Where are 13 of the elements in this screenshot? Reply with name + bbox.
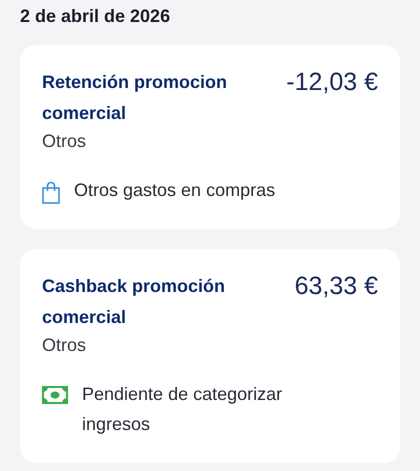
category-label: Otros gastos en compras — [74, 179, 276, 202]
category-label: Pendiente de categorizar ingresos — [82, 383, 284, 436]
transaction-amount: 63,33 € — [294, 271, 378, 302]
transaction-amount: -12,03 € — [286, 67, 378, 98]
transaction-card[interactable]: Cashback promoción comercial 63,33 € Otros Pendiente de categorizar ingresos — [20, 249, 400, 463]
date-header: 2 de abril de 2026 — [20, 6, 172, 27]
transaction-subcategory: Otros — [42, 131, 88, 152]
transaction-card[interactable]: Retención promocion comercial -12,03 € Otros Otros gastos en compras — [20, 45, 400, 229]
shopping-bag-icon — [42, 182, 60, 204]
transaction-subcategory: Otros — [42, 335, 88, 356]
transaction-title: Cashback promoción comercial — [42, 275, 226, 329]
banknote-icon — [42, 386, 68, 404]
transaction-title: Retención promocion comercial — [42, 71, 228, 125]
